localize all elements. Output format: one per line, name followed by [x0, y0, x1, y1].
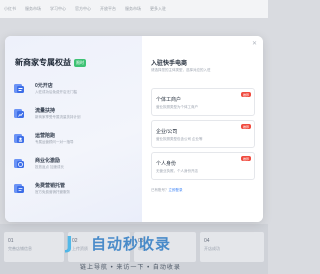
benefit-item: 0元开店 入驻成功后免费开店无门槛	[13, 82, 137, 106]
nav-item[interactable]: 官方中心	[75, 6, 91, 12]
watermark-title: 自动秒收录	[91, 235, 172, 253]
type-option-company[interactable]: 推荐 企业/公司 营业执照类型包含公司 企业等	[151, 120, 255, 148]
onboarding-modal: 新商家专属权益 限时 0元开店 入驻成功后免费开店无门槛 流量扶持 新商家享受专…	[5, 36, 263, 222]
login-hint-text: 已有账号？	[151, 188, 169, 192]
type-title: 个体工商户	[156, 97, 182, 103]
benefit-title: 商业化激励	[35, 158, 61, 164]
nav-item[interactable]: 开放平台	[100, 6, 116, 12]
step-number: 01	[8, 238, 14, 244]
marketing-icon	[13, 182, 25, 194]
benefit-desc: 新商家享受专属流量扶持计划	[35, 115, 81, 119]
nav-item[interactable]: 小红书	[4, 6, 16, 12]
step-text: 开店成功	[204, 246, 220, 251]
benefit-desc: 入驻成功后免费开店无门槛	[35, 90, 77, 94]
step-number: 04	[204, 238, 210, 244]
nav-item[interactable]: 服务市场	[25, 6, 41, 12]
nav-item[interactable]: 更多入驻	[150, 6, 166, 12]
watermark-logo-icon: J	[66, 233, 73, 254]
type-desc: 营业执照类型包含公司 企业等	[156, 137, 203, 141]
recommend-tag: 推荐	[240, 156, 251, 161]
step-card: 01 完善店铺信息	[4, 232, 64, 262]
benefit-desc: 官方免费营销托管服务	[35, 190, 70, 194]
benefit-title: 免费营销托管	[35, 183, 66, 189]
benefit-title: 运营陪跑	[35, 133, 56, 139]
recommend-tag: 推荐	[240, 92, 251, 97]
merchant-type-panel: ✕ 入驻快手电商 请选择您的主体类型，选择对应的入驻 推荐 个体工商户 营业执照…	[142, 36, 263, 222]
benefits-panel: 新商家专属权益 限时 0元开店 入驻成功后免费开店无门槛 流量扶持 新商家享受专…	[5, 36, 142, 222]
benefit-title: 0元开店	[35, 83, 53, 89]
type-desc: 营业执照类型为个体工商户	[156, 105, 198, 109]
benefit-item: 商业化激励 投放返点 加速成长	[13, 157, 137, 181]
benefit-item: 免费营销托管 官方免费营销托管服务	[13, 182, 137, 206]
benefit-item: 运营陪跑 专属运营顾问一对一指导	[13, 132, 137, 156]
nav-item[interactable]: 服务市场	[125, 6, 141, 12]
benefit-desc: 专属运营顾问一对一指导	[35, 140, 74, 144]
benefit-desc: 投放返点 加速成长	[35, 165, 64, 169]
login-link[interactable]: 立即登录	[169, 188, 183, 192]
panel-subtitle: 请选择您的主体类型，选择对应的入驻	[151, 68, 211, 72]
traffic-icon	[13, 107, 25, 119]
benefits-header: 新商家专属权益 限时	[15, 57, 86, 68]
nav-item[interactable]: 学习中心	[50, 6, 66, 12]
benefit-item: 流量扶持 新商家享受专属流量扶持计划	[13, 107, 137, 131]
coach-icon	[13, 132, 25, 144]
type-desc: 无营业执照，个人身份开店	[156, 169, 198, 173]
type-title: 企业/公司	[156, 129, 178, 135]
login-hint: 已有账号？立即登录	[151, 188, 183, 193]
limited-badge: 限时	[74, 58, 86, 67]
watermark: J 自动秒收录	[66, 234, 171, 254]
watermark-subtitle: 链上导航 • 来访一下 • 自动收录	[80, 265, 181, 271]
store-icon	[13, 82, 25, 94]
step-card: 04 开店成功	[200, 232, 264, 262]
type-option-individual-business[interactable]: 推荐 个体工商户 营业执照类型为个体工商户	[151, 88, 255, 116]
step-text: 完善店铺信息	[8, 246, 32, 251]
benefits-title: 新商家专属权益	[15, 58, 71, 67]
benefit-title: 流量扶持	[35, 108, 56, 114]
panel-title: 入驻快手电商	[151, 61, 188, 67]
recommend-tag: 推荐	[240, 124, 251, 129]
type-title: 个人身份	[156, 161, 177, 167]
close-icon[interactable]: ✕	[252, 41, 257, 47]
incentive-icon	[13, 157, 25, 169]
type-option-personal[interactable]: 推荐 个人身份 无营业执照，个人身份开店	[151, 152, 255, 180]
top-nav: 小红书 服务市场 学习中心 官方中心 开放平台 服务市场 更多入驻	[0, 0, 268, 18]
